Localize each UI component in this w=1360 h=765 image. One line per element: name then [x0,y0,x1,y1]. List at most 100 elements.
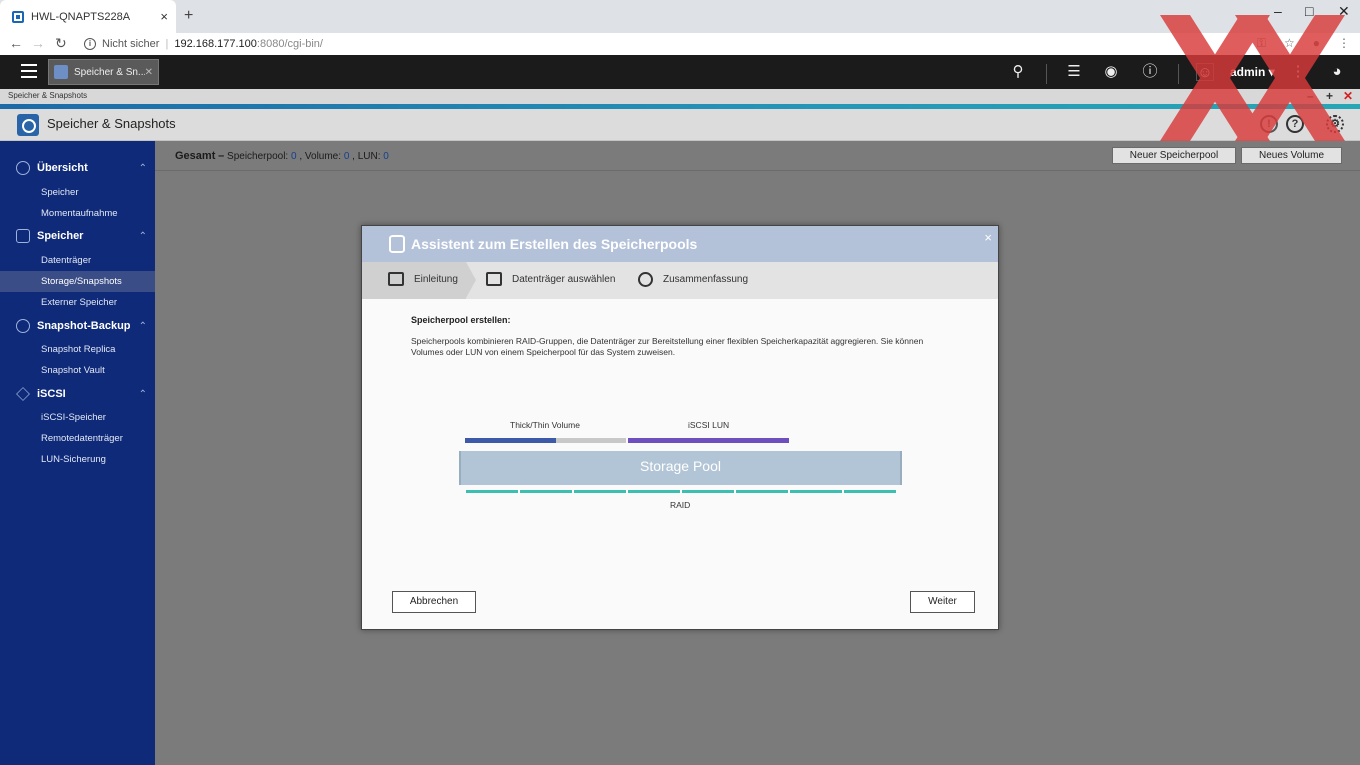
wizard-close-icon[interactable]: × [984,230,992,245]
app-taskbar-label: Speicher & Sn... [74,66,145,78]
raid-segment [790,490,842,493]
qnap-favicon-icon [12,10,24,23]
sidebar-section-iscsi[interactable]: iSCSI ⌃ [0,382,155,406]
forward-icon[interactable]: → [31,35,45,51]
storage-snapshots-logo [17,114,39,136]
raid-segment [574,490,626,493]
browser-tab-title: HWL-QNAPTS228A [31,10,131,23]
sidebar-item-datentraeger[interactable]: Datenträger [0,250,155,271]
lun-label: iSCSI LUN [688,420,730,430]
next-button[interactable]: Weiter [910,591,975,613]
wizard-steps: Einleitung Datenträger auswählen Zusamme… [362,262,998,299]
overview-icon [16,161,30,175]
window-close-icon[interactable]: ✕ [1343,89,1353,103]
new-volume-button[interactable]: Neues Volume [1241,147,1342,164]
profile-icon[interactable]: ● [1313,36,1320,51]
back-icon[interactable]: ← [9,35,23,51]
storage-pool-icon [389,235,405,253]
background-tasks-icon[interactable]: ☰ [1065,63,1083,81]
pool-count-label: Speicherpool: [227,151,289,162]
step-label: Datenträger auswählen [512,273,616,285]
sidebar-item-lun-sicherung[interactable]: LUN-Sicherung [0,449,155,470]
step-introduction: Einleitung [388,272,458,286]
browser-tab-close-icon[interactable]: × [160,9,168,24]
raid-segment [682,490,734,493]
sidebar-section-label: Snapshot-Backup [37,320,131,332]
divider [1178,64,1179,84]
notification-icon[interactable]: ! [1260,115,1278,133]
new-tab-button[interactable]: + [184,7,193,25]
more-options-icon[interactable]: ⋮ [1289,63,1307,81]
address-bar: ← → ↻ i Nicht sicher | 192.168.177.100:8… [0,33,1360,55]
sidebar-item-snapshot-replica[interactable]: Snapshot Replica [0,339,155,360]
sidebar-item-momentaufnahme[interactable]: Momentaufnahme [0,203,155,224]
sidebar-item-storage-snapshots[interactable]: Storage/Snapshots [0,271,155,292]
maximize-icon[interactable]: □ [1305,3,1313,19]
url-field[interactable]: i Nicht sicher | 192.168.177.100:8080/cg… [84,35,323,53]
divider [1046,64,1047,84]
cancel-button[interactable]: Abbrechen [392,591,476,613]
volume-used-bar [465,438,556,443]
search-icon[interactable]: ⚲ [1009,63,1027,81]
iscsi-icon [16,387,30,401]
window-close-icon[interactable]: ✕ [1338,3,1350,20]
volume-count-label: , Volume: [299,151,342,162]
lun-count: 0 [383,151,389,162]
summary-label: Gesamt [175,150,216,162]
help-icon[interactable]: ? [1286,115,1304,133]
info-icon[interactable]: i [84,38,96,50]
minimize-icon[interactable]: – [1274,3,1282,19]
wizard-header: Assistent zum Erstellen des Speicherpool… [362,226,998,262]
window-maximize-icon[interactable]: + [1326,89,1333,103]
notification-info-icon[interactable]: ⓘ [1141,63,1159,81]
storage-pool-diagram: Thick/Thin Volume iSCSI LUN Storage Pool… [458,416,904,511]
app-taskbar-tab[interactable]: Speicher & Sn... ✕ [48,59,159,85]
window-minimize-icon[interactable]: – [1307,89,1314,103]
sidebar-section-label: Übersicht [37,162,88,174]
storage-pool-block: Storage Pool [459,451,902,485]
settings-gear-icon[interactable]: ⚙ [1326,115,1344,133]
external-device-icon[interactable]: ◉ [1102,63,1120,81]
sidebar-item-externer-speicher[interactable]: Externer Speicher [0,292,155,313]
key-icon[interactable]: ⚿ [1257,36,1266,51]
sidebar-item-iscsi-speicher[interactable]: iSCSI-Speicher [0,407,155,428]
sidebar-section-storage[interactable]: Speicher ⌃ [0,224,155,248]
volume-label: Thick/Thin Volume [510,420,580,430]
summary-bar: Gesamt – Speicherpool: 0 , Volume: 0 , L… [155,141,1360,171]
section-heading: Speicherpool erstellen: [411,315,511,325]
section-description: Speicherpools kombinieren RAID-Gruppen, … [411,336,924,357]
browser-menu-icon[interactable]: ⋮ [1338,36,1350,51]
main-menu-icon[interactable] [21,64,37,78]
app-taskbar-close-icon[interactable]: ✕ [145,67,153,78]
summary-dash: – [218,150,225,162]
step-summary: Zusammenfassung [638,272,748,287]
sidebar-section-label: Speicher [37,230,84,242]
security-label: Nicht sicher [102,38,160,50]
dashboard-gauge-icon[interactable]: ◕ [1328,63,1346,81]
user-menu[interactable]: admin ▾ [1230,65,1275,79]
introduction-icon [388,272,404,286]
sidebar-section-overview[interactable]: Übersicht ⌃ [0,156,155,180]
sidebar-item-speicher[interactable]: Speicher [0,182,155,203]
lun-count-label: , LUN: [352,151,381,162]
sidebar-item-snapshot-vault[interactable]: Snapshot Vault [0,360,155,381]
browser-tab[interactable]: HWL-QNAPTS228A × [0,0,176,33]
url-separator: | [165,38,169,50]
step-label: Einleitung [414,273,458,285]
lun-bar [628,438,789,443]
chevron-up-icon[interactable]: ⌃ [139,163,147,174]
user-avatar-icon[interactable]: ☺ [1196,63,1214,81]
chevron-up-icon[interactable]: ⌃ [139,389,147,400]
chevron-up-icon[interactable]: ⌃ [139,321,147,332]
bookmark-star-icon[interactable]: ☆ [1284,36,1295,51]
chevron-up-icon[interactable]: ⌃ [139,231,147,242]
pool-count: 0 [290,151,297,162]
browser-tabstrip: HWL-QNAPTS228A × + – □ ✕ [0,0,1360,33]
raid-segment [520,490,572,493]
window-titlebar: Speicher & Snapshots – + ✕ [0,89,1360,104]
sidebar-section-snapshot-backup[interactable]: Snapshot-Backup ⌃ [0,314,155,338]
sidebar-item-remotedatentraeger[interactable]: Remotedatenträger [0,428,155,449]
check-circle-icon [638,272,653,287]
reload-icon[interactable]: ↻ [55,35,67,52]
new-storage-pool-button[interactable]: Neuer Speicherpool [1112,147,1236,164]
